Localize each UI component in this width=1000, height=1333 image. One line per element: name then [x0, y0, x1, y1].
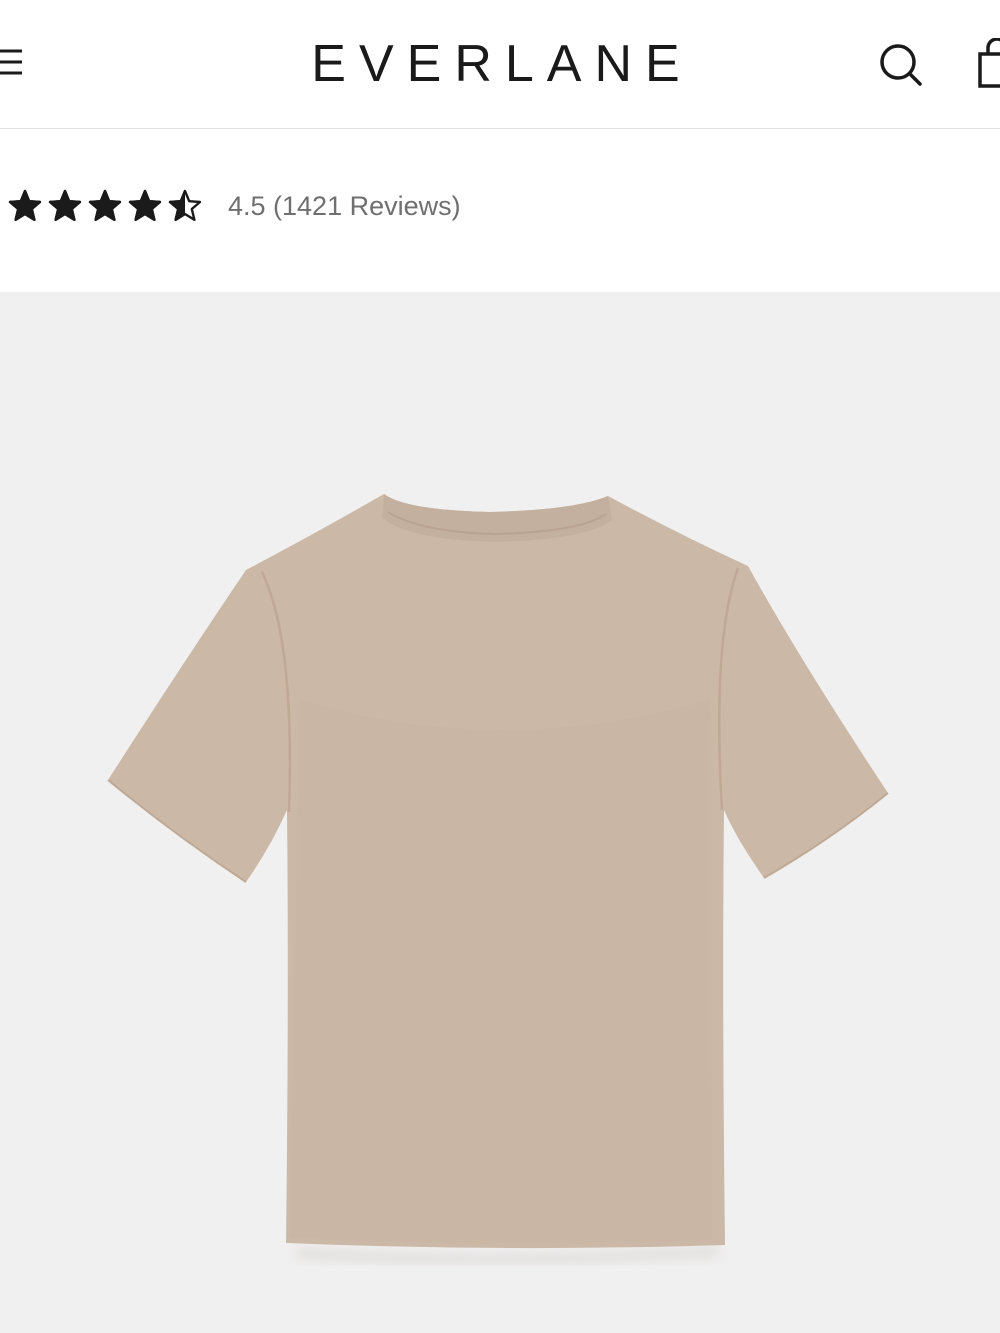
shopping-bag-button[interactable] — [976, 37, 1000, 90]
t-shirt-product-image — [107, 494, 889, 1264]
shopping-bag-icon — [978, 37, 1000, 88]
site-header: EVERLANE — [0, 0, 1000, 129]
rating-summary[interactable]: 4.5 (1421 Reviews) — [228, 186, 461, 226]
star-full-icon — [8, 189, 42, 221]
star-full-icon — [88, 189, 122, 221]
star-full-icon — [128, 189, 162, 221]
star-full-icon — [48, 189, 82, 221]
star-half-icon — [168, 189, 202, 221]
star-rating — [8, 186, 208, 226]
brand-logo[interactable]: EVERLANE — [0, 36, 1000, 92]
product-rating[interactable]: 4.5 (1421 Reviews) — [8, 186, 461, 226]
product-page: EVERLANE 4.5 (1421 Reviews) — [0, 0, 1000, 1333]
search-button[interactable] — [876, 40, 924, 88]
product-image[interactable] — [0, 292, 1000, 1333]
search-icon — [880, 44, 922, 86]
